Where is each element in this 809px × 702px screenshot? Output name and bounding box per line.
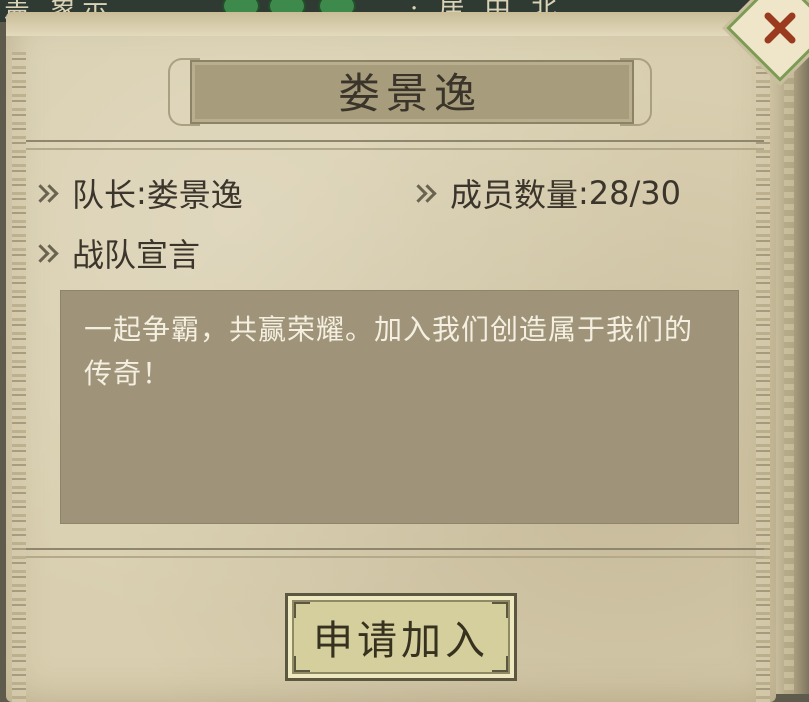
member-count-row: 成员数量 : 28/30 <box>412 170 681 216</box>
declaration-heading-row: 战队宣言 <box>34 230 200 276</box>
panel-border-left <box>12 52 26 702</box>
member-count-value: 28/30 <box>588 174 682 212</box>
button-corner-ornament <box>492 602 508 618</box>
member-count-label: 成员数量 <box>450 176 579 214</box>
double-chevron-right-icon <box>34 184 60 202</box>
panel-right-edge-pattern <box>784 30 794 694</box>
scroll-top-edge <box>6 12 776 36</box>
apply-join-button[interactable]: 申请加入 <box>285 593 517 681</box>
panel-right-edge <box>776 30 809 694</box>
team-title: 娄景逸 <box>337 68 482 118</box>
captain-separator: : <box>136 174 147 212</box>
double-chevron-right-icon <box>34 244 60 262</box>
declaration-box: 一起争霸，共赢荣耀。加入我们创造属于我们的传奇！ <box>60 290 739 524</box>
title-plate: 娄景逸 <box>168 52 652 128</box>
apply-join-label: 申请加入 <box>313 618 489 664</box>
button-corner-ornament <box>294 656 310 672</box>
bottom-divider <box>26 548 764 558</box>
declaration-label: 战队宣言 <box>72 236 201 274</box>
member-count-separator: : <box>578 174 589 212</box>
captain-name: 娄景逸 <box>146 176 243 214</box>
button-corner-ornament <box>294 602 310 618</box>
declaration-text: 一起争霸，共赢荣耀。加入我们创造属于我们的传奇！ <box>84 313 694 390</box>
close-icon <box>745 0 809 63</box>
captain-label: 队长 <box>72 176 137 214</box>
button-corner-ornament <box>492 656 508 672</box>
top-divider <box>26 140 764 150</box>
captain-row: 队长 : 娄景逸 <box>34 170 243 216</box>
double-chevron-right-icon <box>412 184 438 202</box>
